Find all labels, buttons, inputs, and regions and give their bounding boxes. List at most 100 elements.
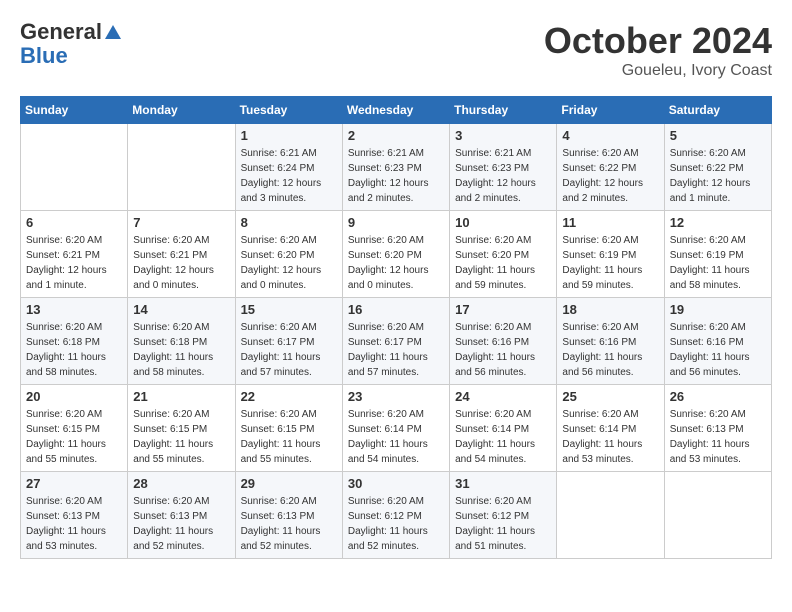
page-header: General Blue October 2024 Goueleu, Ivory… bbox=[20, 20, 772, 80]
calendar-cell: 24 Sunrise: 6:20 AM Sunset: 6:14 PM Dayli… bbox=[450, 385, 557, 472]
day-info: Sunrise: 6:20 AM Sunset: 6:20 PM Dayligh… bbox=[348, 233, 444, 293]
day-info: Sunrise: 6:20 AM Sunset: 6:17 PM Dayligh… bbox=[241, 320, 337, 380]
day-info: Sunrise: 6:20 AM Sunset: 6:12 PM Dayligh… bbox=[455, 494, 551, 554]
day-info: Sunrise: 6:20 AM Sunset: 6:19 PM Dayligh… bbox=[562, 233, 658, 293]
calendar-cell: 7 Sunrise: 6:20 AM Sunset: 6:21 PM Daylig… bbox=[128, 211, 235, 298]
calendar-cell: 6 Sunrise: 6:20 AM Sunset: 6:21 PM Daylig… bbox=[21, 211, 128, 298]
day-number: 8 bbox=[241, 215, 337, 230]
logo-blue: Blue bbox=[20, 44, 122, 68]
day-info: Sunrise: 6:20 AM Sunset: 6:13 PM Dayligh… bbox=[26, 494, 122, 554]
weekday-header-sunday: Sunday bbox=[21, 97, 128, 124]
day-info: Sunrise: 6:20 AM Sunset: 6:15 PM Dayligh… bbox=[133, 407, 229, 467]
calendar-cell: 18Sunrise: 6:20 AM Sunset: 6:16 PM Dayli… bbox=[557, 298, 664, 385]
logo-triangle-icon bbox=[104, 23, 122, 41]
day-info: Sunrise: 6:20 AM Sunset: 6:20 PM Dayligh… bbox=[241, 233, 337, 293]
day-info: Sunrise: 6:20 AM Sunset: 6:20 PM Dayligh… bbox=[455, 233, 551, 293]
day-number: 26 bbox=[670, 389, 766, 404]
calendar-cell: 29Sunrise: 6:20 AM Sunset: 6:13 PM Dayli… bbox=[235, 472, 342, 559]
day-number: 17 bbox=[455, 302, 551, 317]
day-number: 11 bbox=[562, 215, 658, 230]
day-number: 25 bbox=[562, 389, 658, 404]
weekday-header-tuesday: Tuesday bbox=[235, 97, 342, 124]
day-info: Sunrise: 6:20 AM Sunset: 6:17 PM Dayligh… bbox=[348, 320, 444, 380]
day-number: 6 bbox=[26, 215, 122, 230]
day-info: Sunrise: 6:20 AM Sunset: 6:22 PM Dayligh… bbox=[670, 146, 766, 206]
day-info: Sunrise: 6:20 AM Sunset: 6:14 PM Dayligh… bbox=[455, 407, 551, 467]
calendar-week-5: 27 Sunrise: 6:20 AM Sunset: 6:13 PM Dayli… bbox=[21, 472, 772, 559]
calendar-cell bbox=[128, 124, 235, 211]
calendar-cell: 17 Sunrise: 6:20 AM Sunset: 6:16 PM Dayli… bbox=[450, 298, 557, 385]
day-info: Sunrise: 6:20 AM Sunset: 6:21 PM Dayligh… bbox=[26, 233, 122, 293]
calendar-cell bbox=[664, 472, 771, 559]
calendar-cell: 22 Sunrise: 6:20 AM Sunset: 6:15 PM Dayli… bbox=[235, 385, 342, 472]
calendar-cell: 21 Sunrise: 6:20 AM Sunset: 6:15 PM Dayli… bbox=[128, 385, 235, 472]
day-number: 3 bbox=[455, 128, 551, 143]
month-title: October 2024 bbox=[544, 20, 772, 62]
calendar-cell: 31 Sunrise: 6:20 AM Sunset: 6:12 PM Dayli… bbox=[450, 472, 557, 559]
day-info: Sunrise: 6:20 AM Sunset: 6:13 PM Dayligh… bbox=[133, 494, 229, 554]
day-info: Sunrise: 6:21 AM Sunset: 6:23 PM Dayligh… bbox=[348, 146, 444, 206]
calendar-cell: 8 Sunrise: 6:20 AM Sunset: 6:20 PM Daylig… bbox=[235, 211, 342, 298]
title-block: October 2024 Goueleu, Ivory Coast bbox=[544, 20, 772, 80]
calendar-cell: 16 Sunrise: 6:20 AM Sunset: 6:17 PM Dayli… bbox=[342, 298, 449, 385]
day-info: Sunrise: 6:21 AM Sunset: 6:24 PM Dayligh… bbox=[241, 146, 337, 206]
day-info: Sunrise: 6:20 AM Sunset: 6:19 PM Dayligh… bbox=[670, 233, 766, 293]
weekday-header-friday: Friday bbox=[557, 97, 664, 124]
day-number: 2 bbox=[348, 128, 444, 143]
day-number: 21 bbox=[133, 389, 229, 404]
calendar-cell: 20 Sunrise: 6:20 AM Sunset: 6:15 PM Dayli… bbox=[21, 385, 128, 472]
day-number: 10 bbox=[455, 215, 551, 230]
day-number: 31 bbox=[455, 476, 551, 491]
weekday-header-row: SundayMondayTuesdayWednesdayThursdayFrid… bbox=[21, 97, 772, 124]
calendar-cell: 10 Sunrise: 6:20 AM Sunset: 6:20 PM Dayli… bbox=[450, 211, 557, 298]
logo-general: General bbox=[20, 20, 102, 44]
day-info: Sunrise: 6:20 AM Sunset: 6:15 PM Dayligh… bbox=[241, 407, 337, 467]
calendar-cell: 1Sunrise: 6:21 AM Sunset: 6:24 PM Daylig… bbox=[235, 124, 342, 211]
calendar-cell bbox=[557, 472, 664, 559]
day-info: Sunrise: 6:20 AM Sunset: 6:14 PM Dayligh… bbox=[562, 407, 658, 467]
day-number: 13 bbox=[26, 302, 122, 317]
day-info: Sunrise: 6:21 AM Sunset: 6:23 PM Dayligh… bbox=[455, 146, 551, 206]
calendar-cell: 23 Sunrise: 6:20 AM Sunset: 6:14 PM Dayli… bbox=[342, 385, 449, 472]
calendar-week-3: 13Sunrise: 6:20 AM Sunset: 6:18 PM Dayli… bbox=[21, 298, 772, 385]
calendar-cell: 28 Sunrise: 6:20 AM Sunset: 6:13 PM Dayli… bbox=[128, 472, 235, 559]
day-number: 7 bbox=[133, 215, 229, 230]
calendar-cell: 26 Sunrise: 6:20 AM Sunset: 6:13 PM Dayli… bbox=[664, 385, 771, 472]
day-number: 18 bbox=[562, 302, 658, 317]
day-info: Sunrise: 6:20 AM Sunset: 6:13 PM Dayligh… bbox=[241, 494, 337, 554]
calendar-cell: 14Sunrise: 6:20 AM Sunset: 6:18 PM Dayli… bbox=[128, 298, 235, 385]
day-number: 20 bbox=[26, 389, 122, 404]
day-info: Sunrise: 6:20 AM Sunset: 6:14 PM Dayligh… bbox=[348, 407, 444, 467]
calendar-cell bbox=[21, 124, 128, 211]
day-number: 27 bbox=[26, 476, 122, 491]
day-info: Sunrise: 6:20 AM Sunset: 6:21 PM Dayligh… bbox=[133, 233, 229, 293]
day-number: 22 bbox=[241, 389, 337, 404]
calendar-cell: 27 Sunrise: 6:20 AM Sunset: 6:13 PM Dayli… bbox=[21, 472, 128, 559]
day-info: Sunrise: 6:20 AM Sunset: 6:13 PM Dayligh… bbox=[670, 407, 766, 467]
day-info: Sunrise: 6:20 AM Sunset: 6:15 PM Dayligh… bbox=[26, 407, 122, 467]
day-number: 4 bbox=[562, 128, 658, 143]
day-number: 28 bbox=[133, 476, 229, 491]
day-number: 15 bbox=[241, 302, 337, 317]
day-number: 9 bbox=[348, 215, 444, 230]
day-info: Sunrise: 6:20 AM Sunset: 6:22 PM Dayligh… bbox=[562, 146, 658, 206]
calendar-cell: 9 Sunrise: 6:20 AM Sunset: 6:20 PM Daylig… bbox=[342, 211, 449, 298]
weekday-header-wednesday: Wednesday bbox=[342, 97, 449, 124]
calendar-cell: 3 Sunrise: 6:21 AM Sunset: 6:23 PM Daylig… bbox=[450, 124, 557, 211]
weekday-header-monday: Monday bbox=[128, 97, 235, 124]
calendar-table: SundayMondayTuesdayWednesdayThursdayFrid… bbox=[20, 96, 772, 559]
day-number: 5 bbox=[670, 128, 766, 143]
calendar-cell: 13Sunrise: 6:20 AM Sunset: 6:18 PM Dayli… bbox=[21, 298, 128, 385]
calendar-week-4: 20 Sunrise: 6:20 AM Sunset: 6:15 PM Dayli… bbox=[21, 385, 772, 472]
calendar-week-1: 1Sunrise: 6:21 AM Sunset: 6:24 PM Daylig… bbox=[21, 124, 772, 211]
day-number: 12 bbox=[670, 215, 766, 230]
day-number: 24 bbox=[455, 389, 551, 404]
day-number: 16 bbox=[348, 302, 444, 317]
day-number: 23 bbox=[348, 389, 444, 404]
day-info: Sunrise: 6:20 AM Sunset: 6:16 PM Dayligh… bbox=[455, 320, 551, 380]
calendar-cell: 19Sunrise: 6:20 AM Sunset: 6:16 PM Dayli… bbox=[664, 298, 771, 385]
calendar-cell: 4 Sunrise: 6:20 AM Sunset: 6:22 PM Daylig… bbox=[557, 124, 664, 211]
calendar-cell: 11 Sunrise: 6:20 AM Sunset: 6:19 PM Dayli… bbox=[557, 211, 664, 298]
weekday-header-saturday: Saturday bbox=[664, 97, 771, 124]
day-number: 30 bbox=[348, 476, 444, 491]
